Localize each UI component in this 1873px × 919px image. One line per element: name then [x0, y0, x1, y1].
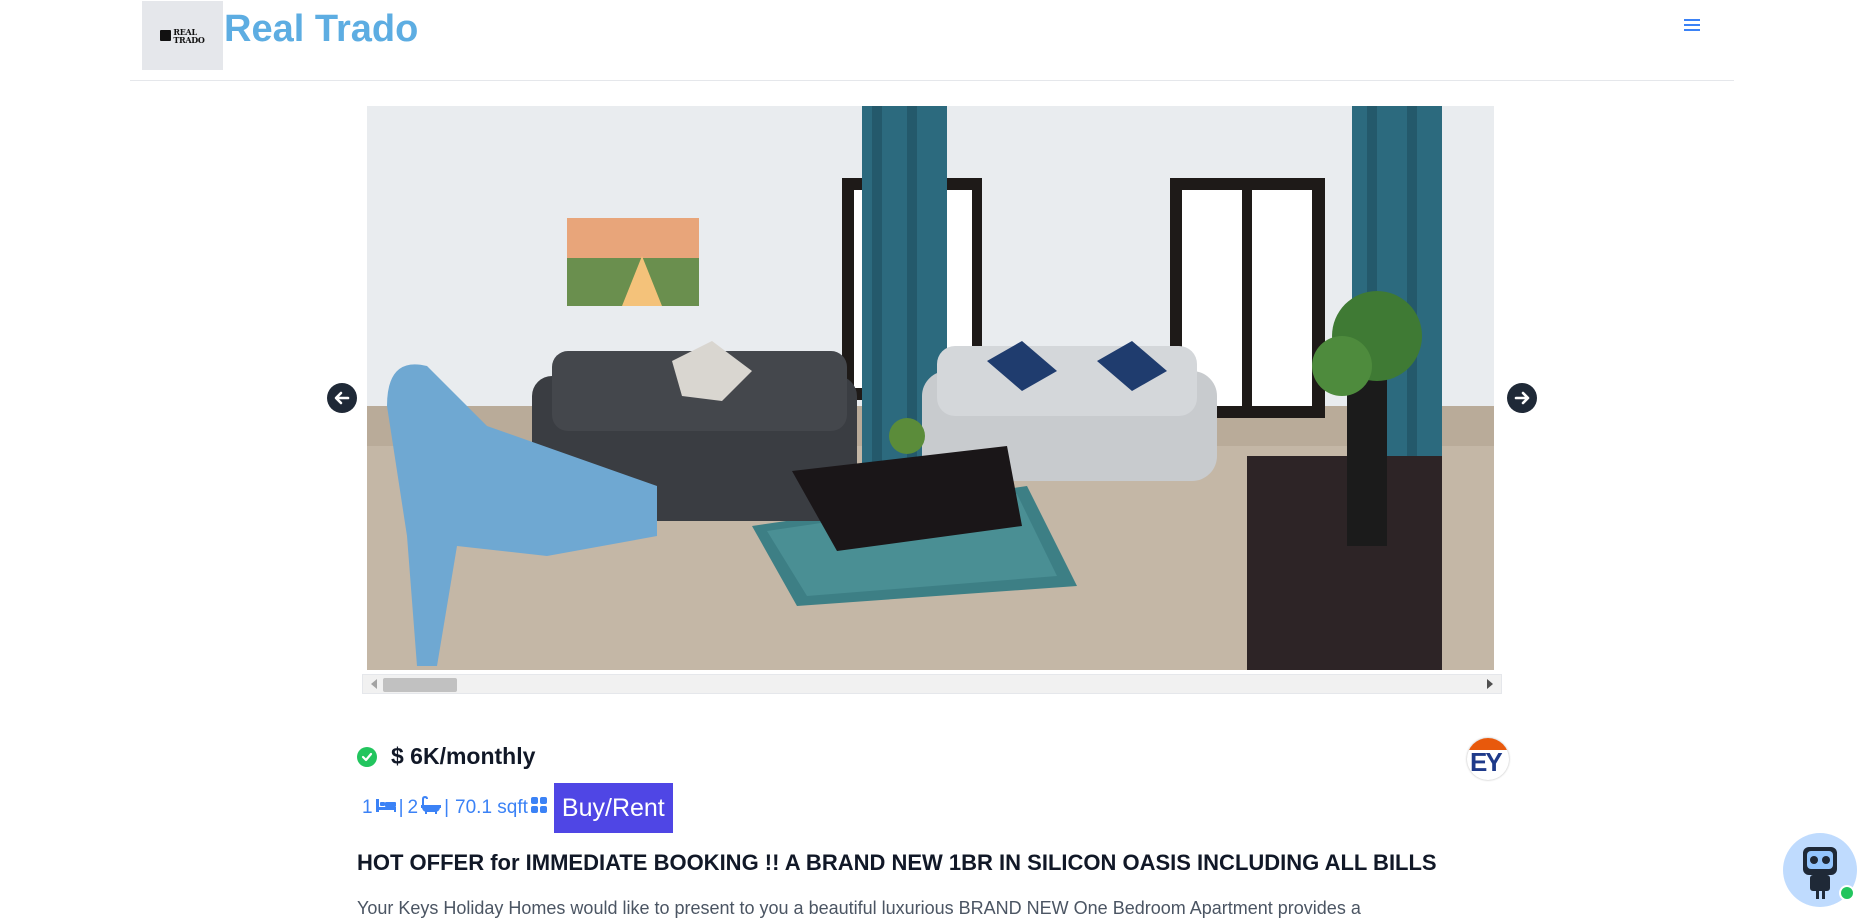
site-header: REAL TRADO Real Trado: [130, 0, 1734, 81]
logo-mark: REAL TRADO: [160, 28, 205, 45]
hamburger-menu-icon[interactable]: [1682, 16, 1702, 36]
agency-logo-text: EY: [1470, 747, 1503, 777]
arrow-left-icon: [334, 391, 350, 405]
online-status-dot: [1839, 885, 1855, 901]
agency-logo[interactable]: EY: [1467, 738, 1509, 780]
scroll-right-icon[interactable]: [1487, 679, 1493, 689]
carousel-prev-button[interactable]: [327, 383, 357, 413]
listing-photo: [367, 106, 1494, 670]
photo-carousel[interactable]: [367, 106, 1494, 670]
arrow-right-icon: [1514, 391, 1530, 405]
chat-assistant-button[interactable]: [1783, 833, 1857, 907]
brand-name[interactable]: Real Trado: [224, 8, 418, 51]
logo[interactable]: REAL TRADO: [142, 1, 223, 70]
scrollbar-thumb[interactable]: [383, 678, 457, 692]
spec-separator: |: [398, 797, 404, 818]
area-value: 70.1 sqft: [455, 797, 528, 818]
area-grid-icon: [530, 796, 548, 820]
listing-title: HOT OFFER for IMMEDIATE BOOKING !! A BRA…: [357, 850, 1437, 875]
listing-price: $ 6K/monthly: [391, 743, 536, 769]
buy-rent-button[interactable]: Buy/Rent: [553, 783, 673, 833]
listing-description: Your Keys Holiday Homes would like to pr…: [357, 898, 1361, 918]
carousel-next-button[interactable]: [1507, 383, 1537, 413]
bedrooms-count: 1: [362, 797, 373, 818]
bath-icon: [420, 795, 442, 820]
carousel-scrollbar[interactable]: [362, 674, 1502, 694]
bed-icon: [375, 797, 397, 819]
scroll-left-icon[interactable]: [371, 679, 377, 689]
spec-separator: |: [444, 797, 450, 818]
check-circle-icon: [357, 747, 377, 767]
logo-text-line2: TRADO: [173, 34, 205, 45]
listing-specs: 1 | 2 | 70.1 sqft Buy/Rent: [362, 783, 673, 833]
logo-square-icon: [160, 30, 172, 41]
bathrooms-count: 2: [407, 797, 419, 818]
